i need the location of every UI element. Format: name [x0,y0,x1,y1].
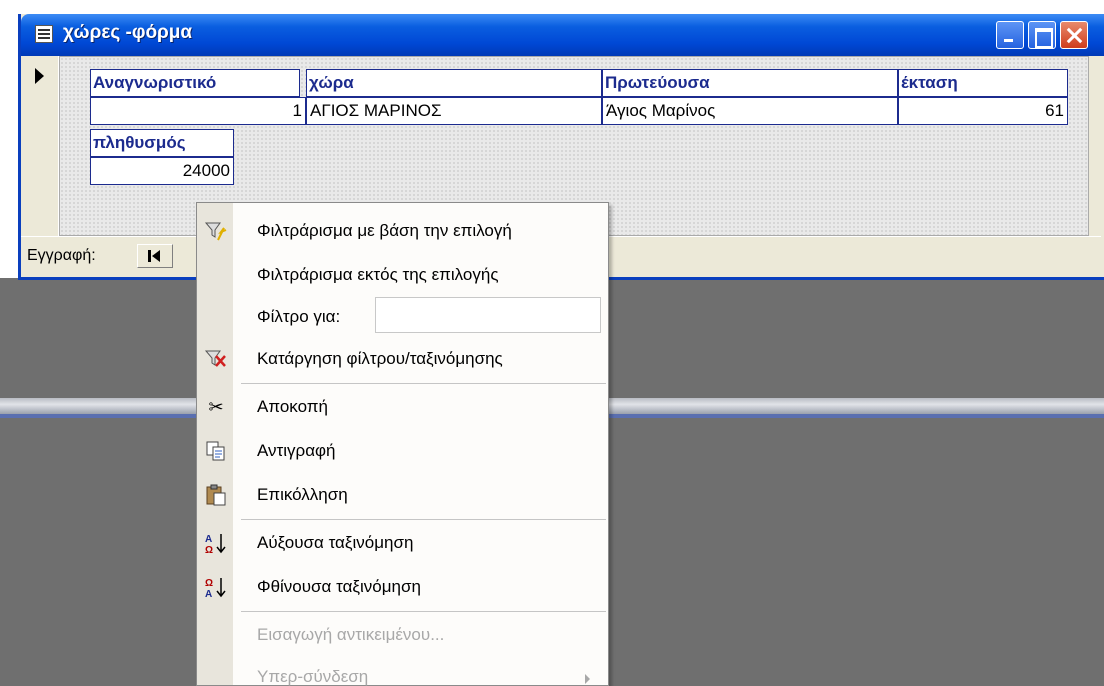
filter-selection-icon [204,220,228,242]
menu-item-label: Φιλτράρισμα με βάση την επιλογή [257,221,512,240]
menu-separator [241,519,606,520]
label-capital: Πρωτεύουσα [602,69,898,97]
menu-item-label: Αντιγραφή [257,441,336,460]
menu-item-filter-by-selection[interactable]: Φιλτράρισμα με βάση την επιλογή [197,209,608,253]
svg-text:Ω: Ω [205,545,213,554]
maximize-button[interactable] [1028,21,1056,49]
menu-item-label: Φιλτράρισμα εκτός της επιλογής [257,265,499,284]
filter-for-input[interactable] [375,297,601,333]
menu-separator [241,383,606,384]
menu-item-label: Φίλτρο για: [257,307,341,326]
scissors-icon: ✂ [208,397,224,417]
label-area: έκταση [898,69,1068,97]
menu-item-insert-object: Εισαγωγή αντικειμένου... [197,613,608,657]
label-country: χώρα [306,69,602,97]
sort-descending-icon: ΩA [204,576,228,600]
menu-item-sort-descending[interactable]: ΩA Φθίνουσα ταξινόμηση [197,565,608,609]
menu-item-sort-ascending[interactable]: AΩ Αύξουσα ταξινόμηση [197,521,608,565]
menu-item-label: Εισαγωγή αντικειμένου... [257,625,445,644]
window-title: χώρες -φόρμα [63,22,193,43]
first-record-button[interactable] [137,244,173,268]
remove-filter-icon [204,348,228,370]
record-selector[interactable] [21,56,59,236]
svg-text:A: A [205,534,212,545]
minimize-button[interactable] [996,21,1024,49]
form-icon[interactable] [35,25,53,43]
menu-item-label: Αποκοπή [257,397,328,416]
sort-ascending-icon: AΩ [204,532,228,556]
field-country[interactable]: ΑΓΙΟΣ ΜΑΡΙΝΟΣ [306,97,602,125]
field-id[interactable]: 1 [90,97,306,125]
copy-icon [204,440,228,462]
svg-text:A: A [205,589,212,598]
label-population: πληθυσμός [90,129,234,157]
field-capital[interactable]: Άγιος Μαρίνος [602,97,898,125]
menu-item-filter-excluding-selection[interactable]: Φιλτράρισμα εκτός της επιλογής [197,253,608,297]
current-record-arrow-icon [35,68,44,84]
paste-icon [204,484,228,506]
menu-item-label: Αύξουσα ταξινόμηση [257,533,414,552]
menu-item-label: Επικόλληση [257,485,348,504]
menu-item-label: Κατάργηση φίλτρου/ταξινόμησης [257,349,503,368]
field-population[interactable]: 24000 [90,157,234,185]
close-button[interactable] [1060,21,1088,49]
menu-item-label: Υπερ-σύνδεση [257,667,369,686]
menu-item-cut[interactable]: ✂ Αποκοπή [197,385,608,429]
context-menu: Φιλτράρισμα με βάση την επιλογή Φιλτράρι… [196,202,609,686]
menu-item-paste[interactable]: Επικόλληση [197,473,608,517]
submenu-arrow-icon [585,674,590,684]
menu-item-hyperlink: Υπερ-σύνδεση [197,657,608,686]
label-id: Αναγνωριστικό [90,69,300,97]
menu-item-copy[interactable]: Αντιγραφή [197,429,608,473]
record-label: Εγγραφή: [27,247,96,264]
menu-item-remove-filter[interactable]: Κατάργηση φίλτρου/ταξινόμησης [197,337,608,381]
menu-separator [241,611,606,612]
menu-item-label: Φθίνουσα ταξινόμηση [257,577,421,596]
svg-text:Ω: Ω [205,578,213,589]
title-bar[interactable]: χώρες -φόρμα [21,14,1104,56]
field-area[interactable]: 61 [898,97,1068,125]
